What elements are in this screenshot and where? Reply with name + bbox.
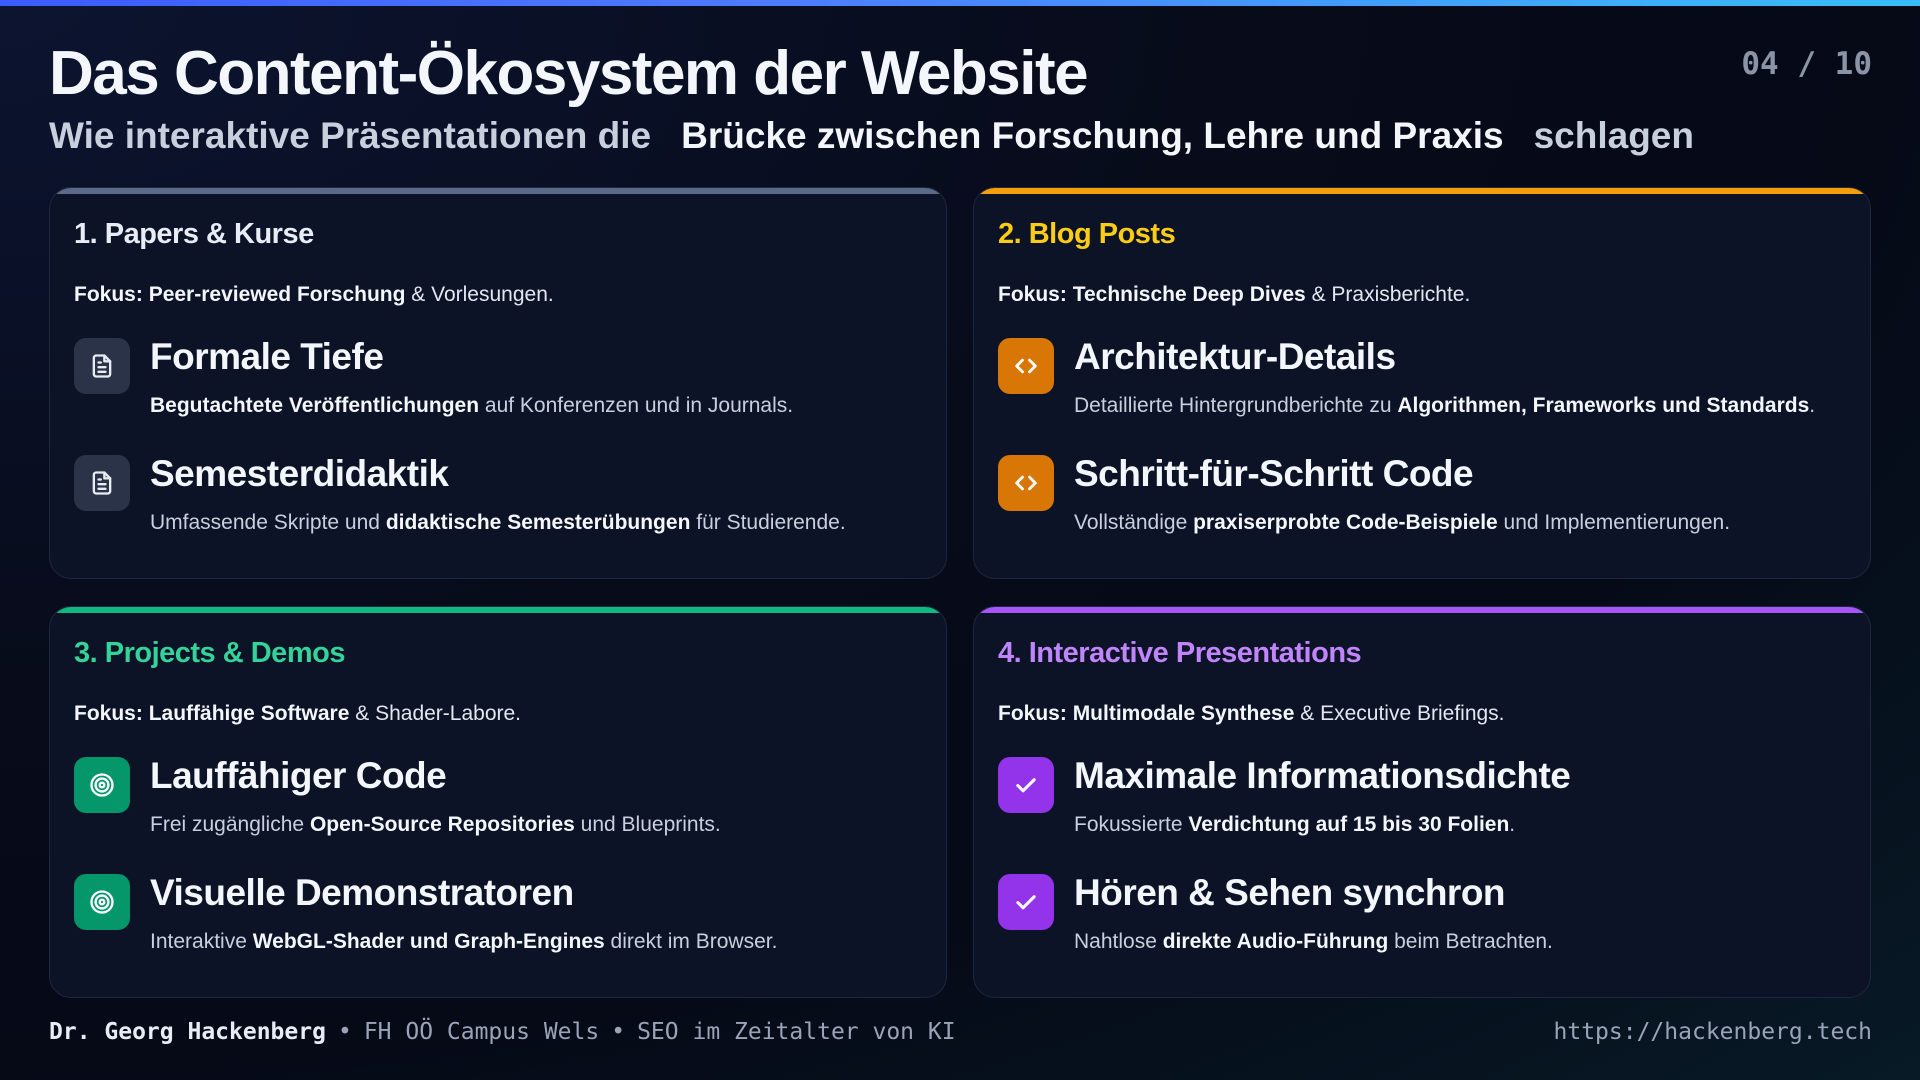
footer-separator: • <box>337 1019 352 1045</box>
desc-intro: Vollständige <box>1074 511 1188 534</box>
card-blog-posts: 2. Blog Posts Fokus: Technische Deep Div… <box>973 187 1871 579</box>
card-focus: Fokus: Technische Deep Dives & Praxisber… <box>998 283 1470 307</box>
feature-description: Nahtlose direkte Audio-Führung beim Betr… <box>1074 930 1553 954</box>
desc-intro: Fokussierte <box>1074 813 1183 836</box>
focus-highlight: Lauffähige Software <box>148 702 350 725</box>
card-title: 2. Blog Posts <box>998 218 1176 250</box>
feature-description: Umfassende Skripte und didaktische Semes… <box>150 511 846 535</box>
code-icon <box>998 455 1054 511</box>
card-title: 4. Interactive Presentations <box>998 637 1362 669</box>
card-projects-demos: 3. Projects & Demos Fokus: Lauffähige So… <box>49 606 947 998</box>
desc-highlight: praxiserprobte Code-Beispiele <box>1193 511 1498 534</box>
focus-label: Fokus: <box>998 283 1067 306</box>
desc-rest: für Studierende. <box>696 511 846 534</box>
check-icon <box>998 874 1054 930</box>
desc-highlight: WebGL-Shader und Graph-Engines <box>252 930 605 953</box>
desc-rest: . <box>1809 394 1816 417</box>
target-icon <box>74 757 130 813</box>
feature-title: Architektur-Details <box>1074 336 1396 377</box>
desc-highlight: Verdichtung auf 15 bis 30 Folien <box>1188 813 1510 836</box>
focus-label: Fokus: <box>74 702 143 725</box>
footer-credits: Dr. Georg Hackenberg • FH OÖ Campus Wels • S… <box>49 1019 956 1045</box>
focus-rest: & Praxisberichte. <box>1311 283 1471 306</box>
desc-intro: Nahtlose <box>1074 930 1157 953</box>
check-icon <box>998 757 1054 813</box>
page-number: 04 / 10 <box>1741 46 1872 82</box>
focus-highlight: Multimodale Synthese <box>1072 702 1295 725</box>
top-accent-bar <box>0 0 1920 6</box>
desc-intro: Detaillierte Hintergrundberichte zu <box>1074 394 1392 417</box>
subtitle-intro: Wie interaktive Präsentationen die <box>49 115 652 156</box>
document-icon <box>74 338 130 394</box>
desc-rest: und Blueprints. <box>580 813 721 836</box>
feature-title: Lauffähiger Code <box>150 755 447 796</box>
footer-institution: FH OÖ Campus Wels <box>363 1019 600 1045</box>
desc-rest: und Implementierungen. <box>1503 511 1731 534</box>
feature-title: Semesterdidaktik <box>150 453 449 494</box>
desc-highlight: direkte Audio-Führung <box>1162 930 1389 953</box>
card-interactive-presentations: 4. Interactive Presentations Fokus: Mult… <box>973 606 1871 998</box>
card-focus: Fokus: Multimodale Synthese & Executive … <box>998 702 1505 726</box>
focus-label: Fokus: <box>998 702 1067 725</box>
feature-description: Interaktive WebGL-Shader und Graph-Engin… <box>150 930 777 954</box>
feature-formale-tiefe: Formale Tiefe Begutachtete Veröffentlich… <box>74 336 924 426</box>
feature-visuelle-demonstratoren: Visuelle Demonstratoren Interaktive WebG… <box>74 872 924 962</box>
desc-highlight: Begutachtete Veröffentlichungen <box>150 394 480 417</box>
feature-description: Detaillierte Hintergrundberichte zu Algo… <box>1074 394 1815 418</box>
page-title: Das Content-Ökosystem der Website <box>49 39 1089 108</box>
desc-intro: Frei zugängliche <box>150 813 305 836</box>
card-focus: Fokus: Peer-reviewed Forschung & Vorlesu… <box>74 283 554 307</box>
feature-maximale-informationsdichte: Maximale Informationsdichte Fokussierte … <box>998 755 1848 845</box>
card-focus: Fokus: Lauffähige Software & Shader-Labo… <box>74 702 521 726</box>
document-icon <box>74 455 130 511</box>
target-icon <box>74 874 130 930</box>
feature-description: Fokussierte Verdichtung auf 15 bis 30 Fo… <box>1074 813 1515 837</box>
focus-rest: & Vorlesungen. <box>411 283 554 306</box>
subtitle-outro: schlagen <box>1533 115 1694 156</box>
feature-architektur-details: Architektur-Details Detaillierte Hinterg… <box>998 336 1848 426</box>
desc-rest: beim Betrachten. <box>1394 930 1553 953</box>
page-subtitle: Wie interaktive Präsentationen die Brück… <box>49 115 1694 157</box>
feature-title: Schritt-für-Schritt Code <box>1074 453 1474 494</box>
focus-rest: & Shader-Labore. <box>355 702 522 725</box>
desc-rest: auf Konferenzen und in Journals. <box>484 394 794 417</box>
feature-description: Begutachtete Veröffentlichungen auf Konf… <box>150 394 793 418</box>
focus-rest: & Executive Briefings. <box>1300 702 1505 725</box>
footer-separator: • <box>611 1019 626 1045</box>
footer-topic: SEO im Zeitalter von KI <box>637 1019 956 1045</box>
feature-title: Formale Tiefe <box>150 336 384 377</box>
footer-author: Dr. Georg Hackenberg <box>49 1019 326 1045</box>
feature-description: Frei zugängliche Open-Source Repositorie… <box>150 813 721 837</box>
feature-hoeren-sehen-synchron: Hören & Sehen synchron Nahtlose direkte … <box>998 872 1848 962</box>
focus-highlight: Technische Deep Dives <box>1072 283 1306 306</box>
desc-intro: Umfassende Skripte und <box>150 511 380 534</box>
desc-highlight: Algorithmen, Frameworks und Standards <box>1397 394 1810 417</box>
desc-highlight: Open-Source Repositories <box>309 813 575 836</box>
card-title: 3. Projects & Demos <box>74 637 345 669</box>
feature-lauffaehiger-code: Lauffähiger Code Frei zugängliche Open-S… <box>74 755 924 845</box>
footer-url-link[interactable]: https://hackenberg.tech <box>1554 1019 1873 1045</box>
feature-description: Vollständige praxiserprobte Code-Beispie… <box>1074 511 1730 535</box>
card-papers-kurse: 1. Papers & Kurse Fokus: Peer-reviewed F… <box>49 187 947 579</box>
feature-title: Hören & Sehen synchron <box>1074 872 1506 913</box>
focus-label: Fokus: <box>74 283 143 306</box>
desc-rest: . <box>1509 813 1516 836</box>
feature-schritt-fuer-schritt-code: Schritt-für-Schritt Code Vollständige pr… <box>998 453 1848 543</box>
feature-semesterdidaktik: Semesterdidaktik Umfassende Skripte und … <box>74 453 924 543</box>
card-title: 1. Papers & Kurse <box>74 218 314 250</box>
desc-intro: Interaktive <box>150 930 247 953</box>
feature-title: Visuelle Demonstratoren <box>150 872 574 913</box>
feature-title: Maximale Informationsdichte <box>1074 755 1571 796</box>
focus-highlight: Peer-reviewed Forschung <box>148 283 406 306</box>
subtitle-highlight: Brücke zwischen Forschung, Lehre und Pra… <box>681 115 1504 156</box>
code-icon <box>998 338 1054 394</box>
desc-rest: direkt im Browser. <box>610 930 778 953</box>
desc-highlight: didaktische Semesterübungen <box>385 511 691 534</box>
